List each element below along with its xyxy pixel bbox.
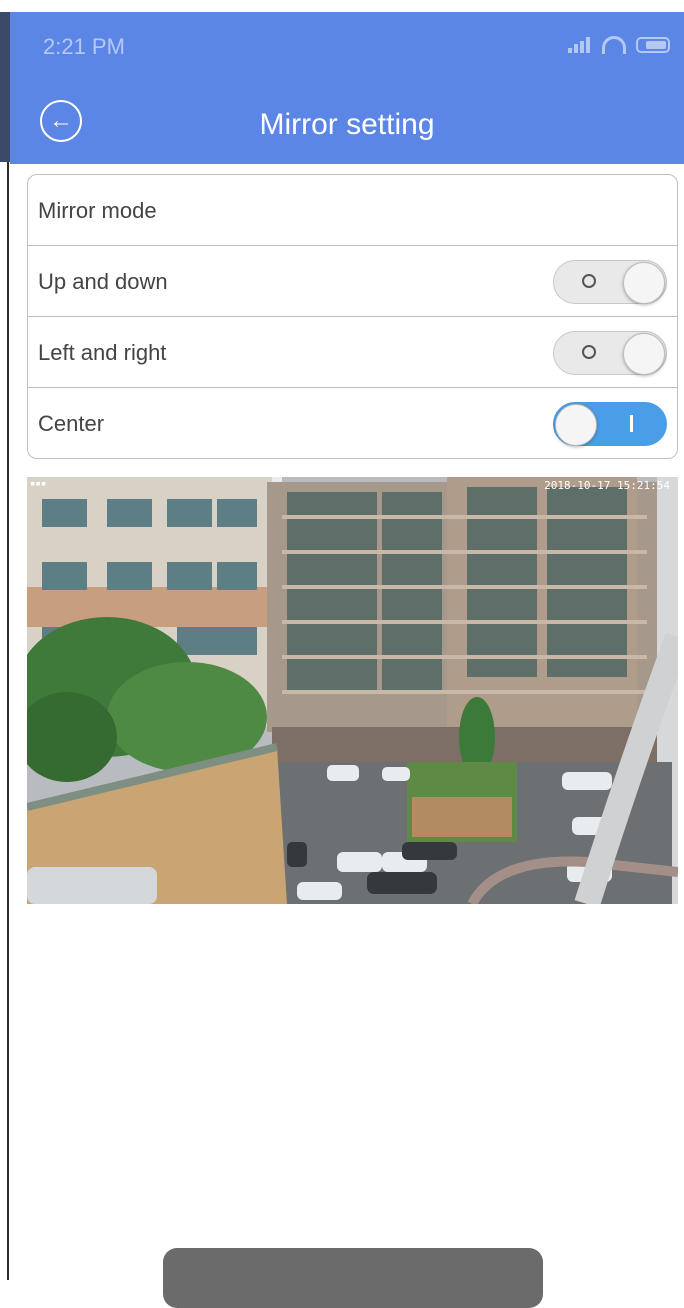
setting-row-up-down: Up and down — [28, 246, 677, 317]
left-edge — [0, 0, 10, 1280]
camera-preview-image — [27, 477, 678, 904]
center-toggle[interactable] — [553, 402, 667, 446]
left-right-toggle[interactable] — [553, 331, 667, 375]
camera-timestamp: 2018-10-17 15:21:54 — [544, 479, 670, 492]
battery-icon — [636, 37, 670, 53]
app-header: ← Mirror setting — [10, 82, 684, 164]
toast-message — [163, 1248, 543, 1308]
mirror-settings-panel: Mirror mode Up and down Left and right C… — [27, 174, 678, 459]
left-right-label: Left and right — [38, 340, 167, 365]
mirror-mode-header: Mirror mode — [28, 175, 677, 246]
camera-preview: ▪▪▪ 2018-10-17 15:21:54 — [27, 477, 678, 904]
page-title: Mirror setting — [259, 108, 435, 141]
up-down-toggle[interactable] — [553, 260, 667, 304]
signal-icon — [568, 37, 592, 53]
toggle-knob — [623, 333, 665, 375]
toggle-knob — [555, 404, 597, 446]
center-label: Center — [38, 411, 105, 436]
status-icons — [568, 36, 670, 54]
status-time: 2:21 PM — [43, 34, 125, 59]
setting-row-left-right: Left and right — [28, 317, 677, 388]
wifi-icon — [602, 36, 626, 54]
mirror-mode-label: Mirror mode — [38, 198, 157, 223]
toggle-knob — [623, 262, 665, 304]
camera-osd-label: ▪▪▪ — [30, 479, 47, 489]
setting-row-center: Center — [28, 388, 677, 458]
status-bar: 2:21 PM — [10, 12, 684, 82]
up-down-label: Up and down — [38, 269, 168, 294]
